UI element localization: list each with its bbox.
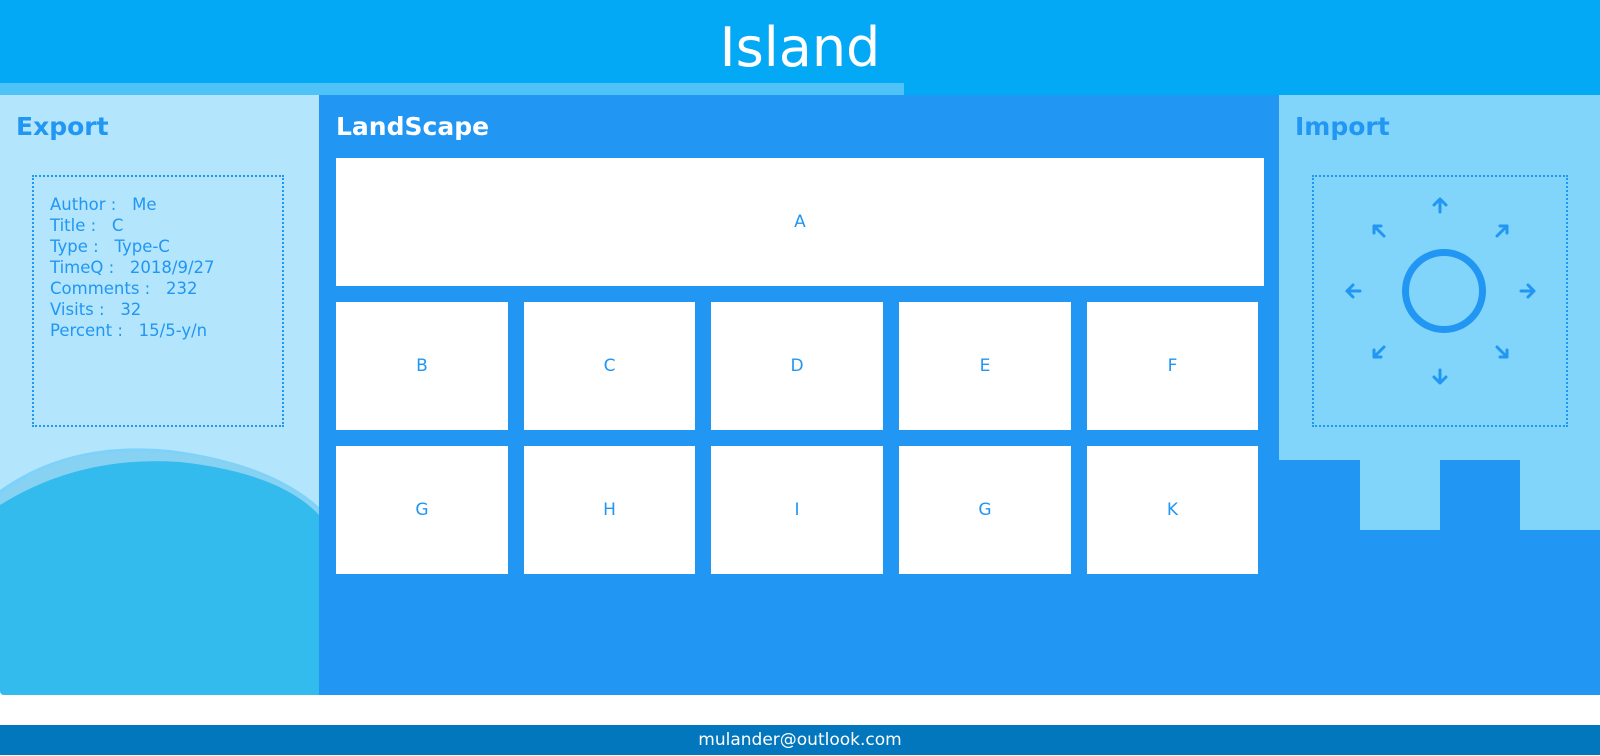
footer-email[interactable]: mulander@outlook.com [698, 730, 901, 750]
import-tab-left [1360, 460, 1440, 530]
arrow-up-left-icon[interactable] [1369, 221, 1389, 241]
arrow-right-icon[interactable] [1518, 281, 1538, 301]
tile-g[interactable]: G [336, 446, 508, 574]
info-type: TypeType-C [50, 236, 266, 257]
info-visits: Visits32 [50, 299, 266, 320]
info-title: TitleC [50, 215, 266, 236]
tile-b[interactable]: B [336, 302, 508, 430]
import-title: Import [1295, 112, 1390, 141]
tile-i[interactable]: I [711, 446, 883, 574]
tile-g-2[interactable]: G [899, 446, 1071, 574]
import-panel: Import [1279, 95, 1600, 695]
arrow-up-right-icon[interactable] [1492, 221, 1512, 241]
tile-a[interactable]: A [336, 158, 1264, 286]
circle-icon[interactable] [1402, 249, 1486, 333]
site-header: Island [0, 0, 1600, 95]
tile-c[interactable]: C [524, 302, 695, 430]
export-title: Export [16, 112, 109, 141]
footer: mulander@outlook.com [0, 725, 1600, 755]
export-info-box: AuthorMe TitleC TypeType-C TimeQ2018/9/2… [32, 175, 284, 427]
tile-f[interactable]: F [1087, 302, 1258, 430]
export-panel: Export AuthorMe TitleC TypeType-C TimeQ2… [0, 95, 319, 695]
tile-h[interactable]: H [524, 446, 695, 574]
arrow-down-icon[interactable] [1430, 367, 1450, 387]
site-title: Island [719, 16, 881, 79]
info-author: AuthorMe [50, 194, 266, 215]
arrow-down-left-icon[interactable] [1369, 342, 1389, 362]
info-time: TimeQ2018/9/27 [50, 257, 266, 278]
info-comments: Comments232 [50, 278, 266, 299]
arrow-left-icon[interactable] [1343, 281, 1363, 301]
tile-d[interactable]: D [711, 302, 883, 430]
tile-k[interactable]: K [1087, 446, 1258, 574]
import-tab-right [1520, 460, 1600, 530]
info-percent: Percent15/5-y/n [50, 320, 266, 341]
landscape-panel: LandScape A B C D E F G H I G K [319, 95, 1279, 695]
landscape-title: LandScape [336, 112, 490, 141]
arrow-down-right-icon[interactable] [1492, 342, 1512, 362]
arrow-up-icon[interactable] [1430, 195, 1450, 215]
direction-pad [1312, 175, 1568, 427]
tile-e[interactable]: E [899, 302, 1071, 430]
